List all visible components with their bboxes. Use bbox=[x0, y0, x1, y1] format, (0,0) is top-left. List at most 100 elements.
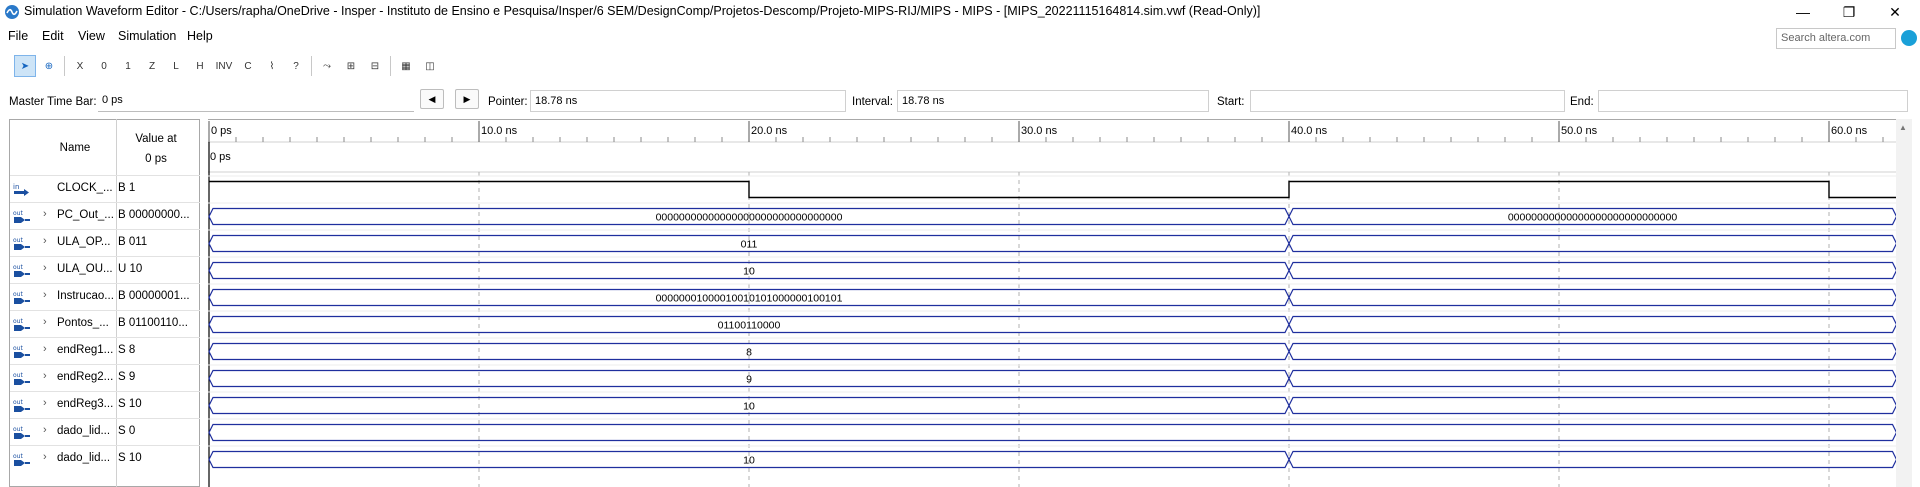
value-column-header-line1[interactable]: Value at bbox=[121, 133, 191, 145]
expand-chevron-icon[interactable]: › bbox=[43, 343, 47, 355]
signal-name[interactable]: CLOCK_... bbox=[57, 182, 113, 194]
signal-row[interactable]: out › Pontos_... B 01100110... bbox=[10, 310, 200, 337]
end-field[interactable] bbox=[1598, 90, 1908, 112]
bus-segment[interactable] bbox=[1288, 450, 1896, 469]
signal-row[interactable]: out › PC_Out_... B 00000000... bbox=[10, 202, 200, 229]
force-high-icon[interactable]: 1 bbox=[117, 55, 139, 77]
restore-icon[interactable]: ❐ bbox=[1826, 0, 1872, 24]
bus-segment[interactable] bbox=[1288, 396, 1896, 415]
expand-chevron-icon[interactable]: › bbox=[43, 316, 47, 328]
bus-segment[interactable] bbox=[208, 423, 1896, 442]
group-icon[interactable]: ⊞ bbox=[340, 55, 362, 77]
menu-file[interactable]: File bbox=[8, 29, 28, 43]
pointer-field[interactable]: 18.78 ns bbox=[530, 90, 846, 112]
menu-bar bbox=[0, 26, 1920, 48]
expand-chevron-icon[interactable]: › bbox=[43, 208, 47, 220]
signal-name[interactable]: ULA_OU... bbox=[57, 263, 113, 275]
unknown-icon[interactable]: X bbox=[69, 55, 91, 77]
bus-segment[interactable] bbox=[1288, 234, 1896, 253]
svg-text:out: out bbox=[13, 426, 23, 433]
vertical-scrollbar[interactable]: ▲ bbox=[1896, 119, 1912, 487]
signal-name[interactable]: PC_Out_... bbox=[57, 209, 114, 221]
invert-icon[interactable]: INV bbox=[213, 55, 235, 77]
bus-value-label: 8 bbox=[746, 347, 752, 359]
pointer-icon[interactable]: ➤ bbox=[14, 55, 36, 77]
expand-chevron-icon[interactable]: › bbox=[43, 397, 47, 409]
window-title: Simulation Waveform Editor - C:/Users/ra… bbox=[24, 4, 1261, 18]
name-column-header[interactable]: Name bbox=[40, 142, 110, 154]
snap-icon[interactable]: ⤳ bbox=[316, 55, 338, 77]
signal-name[interactable]: endReg1... bbox=[57, 344, 113, 356]
signal-row[interactable]: out › dado_lid... S 0 bbox=[10, 418, 200, 445]
time-tick-label: 40.0 ns bbox=[1291, 125, 1328, 137]
bus-segment[interactable] bbox=[1288, 288, 1896, 307]
signal-row[interactable]: out › ULA_OU... U 10 bbox=[10, 256, 200, 283]
menu-view[interactable]: View bbox=[78, 29, 105, 43]
output-pin-icon: out bbox=[13, 372, 30, 385]
overwrite-icon[interactable]: ◫ bbox=[419, 55, 441, 77]
svg-text:out: out bbox=[13, 453, 23, 460]
grid-icon[interactable]: ▦ bbox=[395, 55, 417, 77]
clock-icon[interactable]: ⌇ bbox=[261, 55, 283, 77]
signal-row[interactable]: in CLOCK_... B 1 bbox=[10, 175, 200, 202]
time-bar-marker-label: 0 ps bbox=[210, 151, 231, 163]
minimize-icon[interactable]: — bbox=[1780, 0, 1826, 24]
zoom-icon[interactable]: ⊕ bbox=[38, 55, 60, 77]
signal-row[interactable]: out › Instrucao... B 00000001... bbox=[10, 283, 200, 310]
expand-chevron-icon[interactable]: › bbox=[43, 424, 47, 436]
expand-chevron-icon[interactable]: › bbox=[43, 262, 47, 274]
signal-name[interactable]: Pontos_... bbox=[57, 317, 109, 329]
signal-value: U 10 bbox=[118, 263, 143, 275]
signal-row[interactable]: out › endReg3... S 10 bbox=[10, 391, 200, 418]
signal-name[interactable]: endReg3... bbox=[57, 398, 113, 410]
signal-name[interactable]: ULA_OP... bbox=[57, 236, 111, 248]
signal-row[interactable]: out › endReg1... S 8 bbox=[10, 337, 200, 364]
time-tick-label: 0 ps bbox=[211, 125, 232, 137]
input-pin-icon: in bbox=[13, 183, 29, 196]
high-impedance-icon[interactable]: Z bbox=[141, 55, 163, 77]
signal-name[interactable]: Instrucao... bbox=[57, 290, 114, 302]
next-transition-button[interactable]: ▶ bbox=[455, 89, 479, 109]
bus-segment[interactable] bbox=[1288, 369, 1896, 388]
bus-segment[interactable] bbox=[1288, 315, 1896, 334]
previous-transition-button[interactable]: ◀ bbox=[420, 89, 444, 109]
ungroup-icon[interactable]: ⊟ bbox=[364, 55, 386, 77]
interval-field[interactable]: 18.78 ns bbox=[897, 90, 1209, 112]
globe-icon[interactable] bbox=[1901, 30, 1917, 46]
signal-name[interactable]: endReg2... bbox=[57, 371, 113, 383]
expand-chevron-icon[interactable]: › bbox=[43, 451, 47, 463]
signal-name[interactable]: dado_lid... bbox=[57, 425, 110, 437]
count-value-icon[interactable]: C bbox=[237, 55, 259, 77]
force-low-icon[interactable]: 0 bbox=[93, 55, 115, 77]
clock-waveform[interactable] bbox=[209, 180, 1896, 199]
search-input[interactable]: Search altera.com bbox=[1776, 28, 1896, 49]
expand-chevron-icon[interactable]: › bbox=[43, 235, 47, 247]
expand-chevron-icon[interactable]: › bbox=[43, 289, 47, 301]
waveform-canvas[interactable]: 0 ps 10.0 ns 20.0 ns 30.0 ns 40.0 ns 50.0 ns 6… bbox=[208, 120, 1896, 487]
bus-value-label: 9 bbox=[746, 374, 752, 386]
master-time-bar-field[interactable]: 0 ps bbox=[98, 90, 414, 112]
weak-low-icon[interactable]: L bbox=[165, 55, 187, 77]
value-column-header-line2: 0 ps bbox=[145, 153, 167, 165]
bus-segment[interactable] bbox=[1288, 261, 1896, 280]
random-icon[interactable]: ? bbox=[285, 55, 307, 77]
bus-segment[interactable] bbox=[1288, 342, 1896, 361]
weak-high-icon[interactable]: H bbox=[189, 55, 211, 77]
signal-row[interactable]: out › ULA_OP... B 011 bbox=[10, 229, 200, 256]
expand-chevron-icon[interactable]: › bbox=[43, 370, 47, 382]
waveform-panel[interactable]: 0 ps 10.0 ns 20.0 ns 30.0 ns 40.0 ns 50.0 ns 6… bbox=[208, 119, 1896, 487]
signal-row[interactable]: out › endReg2... S 9 bbox=[10, 364, 200, 391]
close-icon[interactable]: ✕ bbox=[1872, 0, 1918, 24]
menu-edit[interactable]: Edit bbox=[42, 29, 64, 43]
start-field[interactable] bbox=[1250, 90, 1565, 112]
scroll-up-arrow-icon[interactable]: ▲ bbox=[1899, 123, 1907, 132]
signal-name[interactable]: dado_lid... bbox=[57, 452, 110, 464]
menu-help[interactable]: Help bbox=[187, 29, 213, 43]
signal-value: B 011 bbox=[118, 236, 148, 248]
svg-text:out: out bbox=[13, 318, 23, 325]
toolbar-separator bbox=[390, 56, 391, 76]
menu-simulation[interactable]: Simulation bbox=[118, 29, 176, 43]
signal-row[interactable]: out › dado_lid... S 10 bbox=[10, 445, 200, 472]
bus-value-label: 10 bbox=[743, 401, 755, 413]
svg-text:out: out bbox=[13, 345, 23, 352]
